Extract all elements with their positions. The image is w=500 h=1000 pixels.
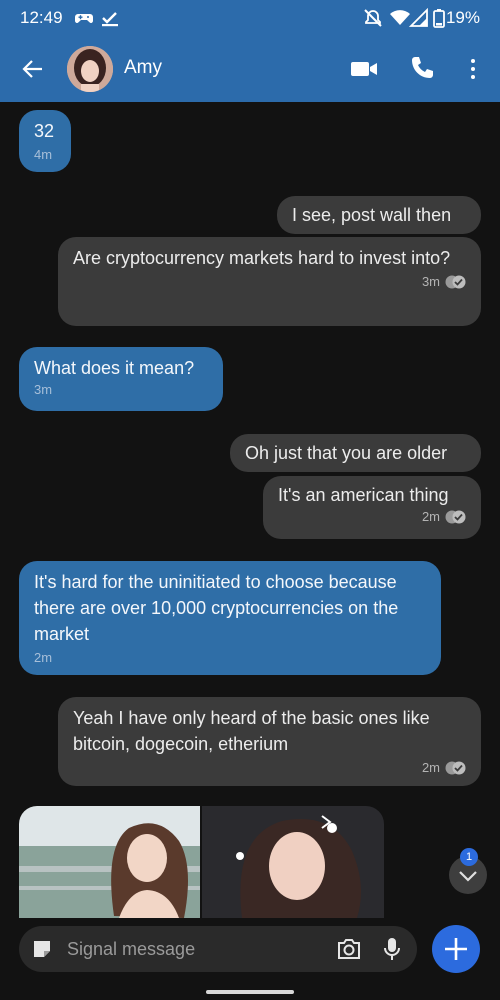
message-bubble-incoming[interactable]: It's hard for the uninitiated to choose … — [19, 561, 441, 675]
message-meta: 2m — [73, 759, 466, 777]
more-vert-icon[interactable] — [458, 54, 488, 84]
contact-avatar[interactable] — [67, 46, 113, 92]
read-receipt-icon — [445, 275, 466, 289]
message-bubble-incoming[interactable]: 32 4m — [19, 110, 71, 172]
download-done-icon — [102, 12, 118, 27]
plus-icon — [445, 938, 467, 960]
message-meta: 2m — [278, 508, 466, 526]
wifi-icon — [390, 10, 410, 25]
message-time: 3m — [421, 274, 440, 289]
attach-button[interactable] — [432, 925, 480, 973]
game-controller-icon — [75, 14, 93, 23]
message-time: 2m — [421, 509, 440, 524]
album-photo-2[interactable] — [202, 806, 384, 918]
message-text: 32 — [34, 121, 55, 141]
message-time: 2m — [421, 760, 440, 775]
video-call-icon[interactable] — [349, 54, 379, 84]
message-bubble-incoming[interactable]: What does it mean? 3m — [19, 347, 223, 411]
photo-album-message[interactable] — [19, 806, 384, 918]
message-time: 4m — [34, 147, 53, 162]
signal-icon — [409, 8, 428, 27]
contact-name[interactable]: Amy — [124, 57, 162, 79]
message-bubble-outgoing[interactable]: Oh just that you are older — [230, 434, 481, 472]
mute-icon — [364, 9, 382, 27]
message-text: I see, post wall then — [292, 205, 452, 225]
message-text: It's hard for the uninitiated to choose … — [34, 572, 399, 644]
message-bubble-outgoing[interactable]: Are cryptocurrency markets hard to inves… — [58, 237, 481, 326]
message-text: Oh just that you are older — [245, 443, 448, 463]
message-meta: 3m — [73, 273, 466, 291]
message-text: It's an american thing — [278, 485, 449, 505]
status-time: 12:49 — [20, 8, 63, 27]
battery-percentage: 19% — [445, 8, 480, 27]
message-bubble-outgoing[interactable]: Yeah I have only heard of the basic ones… — [58, 697, 481, 786]
album-photo-1[interactable] — [19, 806, 200, 918]
message-composer — [19, 926, 417, 972]
message-text: Are cryptocurrency markets hard to inves… — [73, 248, 451, 268]
sticker-icon[interactable] — [31, 938, 53, 960]
microphone-icon[interactable] — [382, 936, 402, 962]
conversation-header: Amy — [0, 36, 500, 102]
message-time: 3m — [34, 382, 53, 397]
message-text: What does it mean? — [34, 358, 195, 378]
read-receipt-icon — [445, 510, 466, 524]
phone-icon[interactable] — [407, 54, 437, 84]
read-receipt-icon — [445, 761, 466, 775]
message-bubble-outgoing[interactable]: It's an american thing 2m — [263, 476, 481, 539]
back-arrow-icon[interactable] — [20, 56, 46, 82]
message-input[interactable] — [67, 934, 317, 964]
camera-icon[interactable] — [336, 937, 362, 961]
message-time: 2m — [34, 650, 53, 665]
unread-count-badge: 1 — [460, 848, 478, 866]
message-bubble-outgoing[interactable]: I see, post wall then — [277, 196, 481, 234]
message-text: Yeah I have only heard of the basic ones… — [73, 708, 430, 754]
status-bar: 12:49 19% — [0, 0, 500, 36]
gesture-nav-handle[interactable] — [206, 990, 294, 994]
avatar-photo — [67, 46, 113, 92]
